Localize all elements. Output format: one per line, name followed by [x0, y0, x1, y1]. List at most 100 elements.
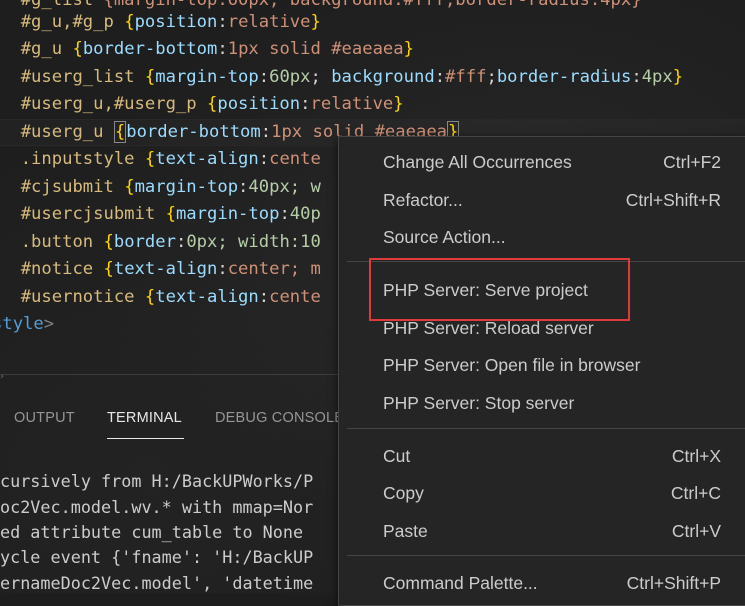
css-property: position	[217, 94, 301, 114]
open-brace: {	[165, 204, 176, 224]
css-property: text-align	[113, 259, 218, 279]
menu-item-refactor[interactable]: Refactor... Ctrl+Shift+R	[339, 182, 745, 219]
open-brace: {	[103, 259, 114, 279]
css-property: border	[113, 232, 176, 252]
open-brace: {	[124, 177, 135, 197]
colon: :	[258, 287, 270, 307]
open-brace: {	[72, 39, 83, 59]
menu-item-command-palette[interactable]: Command Palette... Ctrl+Shift+P	[339, 565, 745, 602]
colon: :	[260, 122, 272, 142]
open-brace-matched: {	[113, 121, 127, 143]
close-brace: }	[403, 39, 414, 59]
semicolon: ;	[310, 67, 332, 87]
menu-item-php-open-in-browser[interactable]: PHP Server: Open file in browser	[339, 347, 745, 384]
css-property: margin-top	[134, 177, 239, 197]
code-line[interactable]: .button {border:0px; width:10	[0, 229, 321, 256]
open-brace: {	[144, 67, 156, 87]
code-line[interactable]: #usercjsubmit {margin-top:40p	[0, 201, 321, 228]
css-property: border-bottom	[126, 122, 261, 142]
open-brace: {	[206, 94, 218, 114]
colon: :	[631, 67, 642, 87]
css-selector: .inputstyle	[20, 149, 135, 169]
css-value: 4px	[641, 67, 673, 87]
css-selector: #cjsubmit	[20, 177, 114, 197]
css-selector: #g_u,#g_p	[20, 12, 114, 32]
tab-terminal[interactable]: TERMINAL	[107, 410, 182, 426]
menu-item-shortcut: Ctrl+X	[671, 446, 721, 466]
css-property: margin-top	[175, 204, 280, 224]
menu-item-shortcut: Ctrl+C	[670, 483, 721, 503]
css-property: position	[134, 12, 218, 32]
css-value: 0px; width:10	[186, 232, 321, 252]
menu-item-source-action[interactable]: Source Action...	[339, 219, 745, 256]
code-line[interactable]: #g_u {border-bottom:1px solid #eaeaea}	[0, 36, 414, 63]
css-value: 40px; w	[248, 177, 321, 197]
css-value: #fff	[445, 67, 487, 87]
colon: :	[300, 94, 311, 114]
css-value: cente	[269, 149, 321, 169]
terminal-line: cursively from H:/BackUPWorks/P	[0, 471, 314, 491]
terminal-line: oc2Vec.model.wv.* with mmap=Nor	[0, 497, 314, 517]
menu-item-paste[interactable]: Paste Ctrl+V	[339, 513, 745, 550]
colon: :	[434, 67, 446, 87]
css-selector: #g_u	[20, 39, 63, 59]
open-brace: {	[103, 232, 114, 252]
colon: :	[217, 39, 228, 59]
css-property: border-bottom	[82, 39, 218, 59]
css-property: border-radius	[496, 67, 632, 87]
menu-item-label: PHP Server: Stop server	[383, 393, 575, 413]
css-property: margin-top	[155, 67, 259, 87]
menu-item-change-all-occurrences[interactable]: Change All Occurrences Ctrl+F2	[339, 144, 745, 181]
css-value: 60px	[269, 67, 311, 87]
active-tab-indicator	[107, 438, 184, 439]
code-line[interactable]: .inputstyle {text-align:cente	[0, 146, 321, 173]
menu-separator	[347, 428, 745, 429]
tab-output[interactable]: OUTPUT	[14, 410, 75, 426]
css-value: cente	[269, 287, 321, 307]
menu-item-shortcut: Ctrl+F2	[663, 152, 721, 172]
css-property: text-align	[155, 149, 259, 169]
menu-item-label: Paste	[383, 521, 428, 541]
close-brace: }	[393, 94, 404, 114]
css-value: relative	[310, 94, 394, 114]
colon: :	[175, 232, 187, 252]
code-line[interactable]: #userg_u,#userg_p {position:relative}	[0, 91, 404, 118]
menu-item-label: Source Action...	[383, 227, 506, 247]
css-property: text-align	[155, 287, 259, 307]
css-value: 1px solid #eaeaea	[227, 39, 404, 59]
css-selector: #usernotice	[20, 287, 135, 307]
css-selector: #notice	[20, 259, 94, 279]
menu-item-shortcut: Ctrl+Shift+P	[626, 573, 721, 593]
code-line[interactable]: #userg_list {margin-top:60px; background…	[0, 64, 683, 91]
open-brace: {	[144, 149, 156, 169]
code-line[interactable]: #notice {text-align:center; m	[0, 256, 321, 283]
css-value: center; m	[227, 259, 321, 279]
menu-item-label: Refactor...	[383, 190, 463, 210]
code-line[interactable]: #usernotice {text-align:cente	[0, 284, 321, 311]
menu-item-shortcut: Ctrl+Shift+R	[625, 190, 721, 210]
menu-item-label: Copy	[383, 483, 424, 503]
tab-debug-console[interactable]: DEBUG CONSOLE	[215, 410, 344, 426]
menu-item-php-stop-server[interactable]: PHP Server: Stop server	[339, 385, 745, 422]
menu-item-copy[interactable]: Copy Ctrl+C	[339, 475, 745, 512]
html-tag-name: style	[0, 314, 44, 334]
code-line[interactable]: style>	[0, 311, 54, 338]
semicolon: ;	[486, 67, 497, 87]
open-brace: {	[144, 287, 156, 307]
annotation-highlight-box	[369, 258, 630, 321]
menu-item-shortcut: Ctrl+V	[671, 521, 721, 541]
css-selector: #userg_list	[20, 67, 135, 87]
css-selector: #usercjsubmit	[20, 204, 156, 224]
menu-item-label: Command Palette...	[383, 573, 538, 593]
code-line[interactable]: #cjsubmit {margin-top:40px; w	[0, 174, 321, 201]
context-menu: Change All Occurrences Ctrl+F2 Refactor.…	[338, 136, 745, 606]
css-selector: #userg_u,#userg_p	[20, 94, 197, 114]
code-line[interactable]: #g_u,#g_p {position:relative}	[0, 9, 321, 36]
colon: :	[238, 177, 249, 197]
menu-separator	[347, 555, 745, 556]
colon: :	[217, 259, 228, 279]
close-brace: }	[672, 67, 684, 87]
css-selector: #userg_u	[20, 122, 104, 142]
css-value: relative	[227, 12, 311, 32]
menu-item-cut[interactable]: Cut Ctrl+X	[339, 438, 745, 475]
